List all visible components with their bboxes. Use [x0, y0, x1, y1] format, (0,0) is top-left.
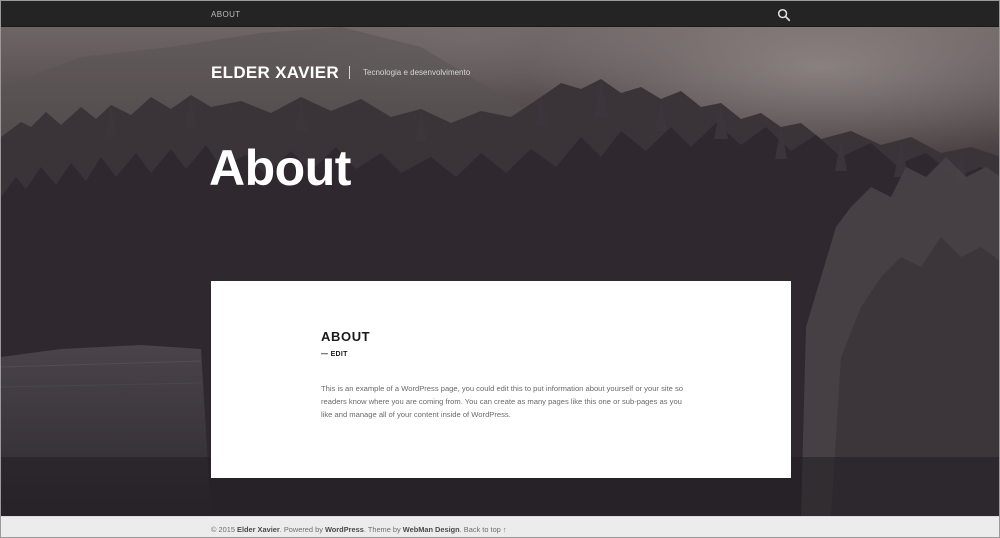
article-title: ABOUT — [321, 329, 371, 344]
nav-item-about[interactable]: About — [211, 10, 241, 19]
back-to-top-link[interactable]: . Back to top ↑ — [460, 525, 507, 534]
footer-owner-link[interactable]: Elder Xavier — [237, 525, 280, 534]
search-icon[interactable] — [777, 8, 791, 22]
site-tagline: Tecnologia e desenvolvimento — [363, 68, 471, 77]
article-card: ABOUT — EDIT This is an example of a Wor… — [211, 281, 791, 478]
footer-powered-text: . Powered by — [279, 525, 323, 534]
edit-link[interactable]: — EDIT — [321, 351, 348, 358]
site-title[interactable]: ELDER XAVIER — [211, 63, 339, 83]
article-body: This is an example of a WordPress page, … — [321, 384, 684, 420]
footer-wordpress-link[interactable]: WordPress — [325, 525, 364, 534]
edit-label: EDIT — [330, 351, 348, 358]
site-footer: © 2015 Elder Xavier. Powered by WordPres… — [1, 516, 999, 537]
page-frame: About — [0, 0, 1000, 538]
page-hero-title: About — [209, 140, 351, 196]
top-navigation-bar: About — [1, 1, 999, 27]
footer-theme-author-link[interactable]: WebMan Design — [403, 525, 460, 534]
title-separator — [349, 66, 350, 79]
footer-theme-text: . Theme by — [363, 525, 401, 534]
footer-credits: © 2015 Elder Xavier. Powered by WordPres… — [211, 525, 507, 534]
edit-dash: — — [321, 351, 329, 358]
footer-copyright: © 2015 — [211, 525, 235, 534]
